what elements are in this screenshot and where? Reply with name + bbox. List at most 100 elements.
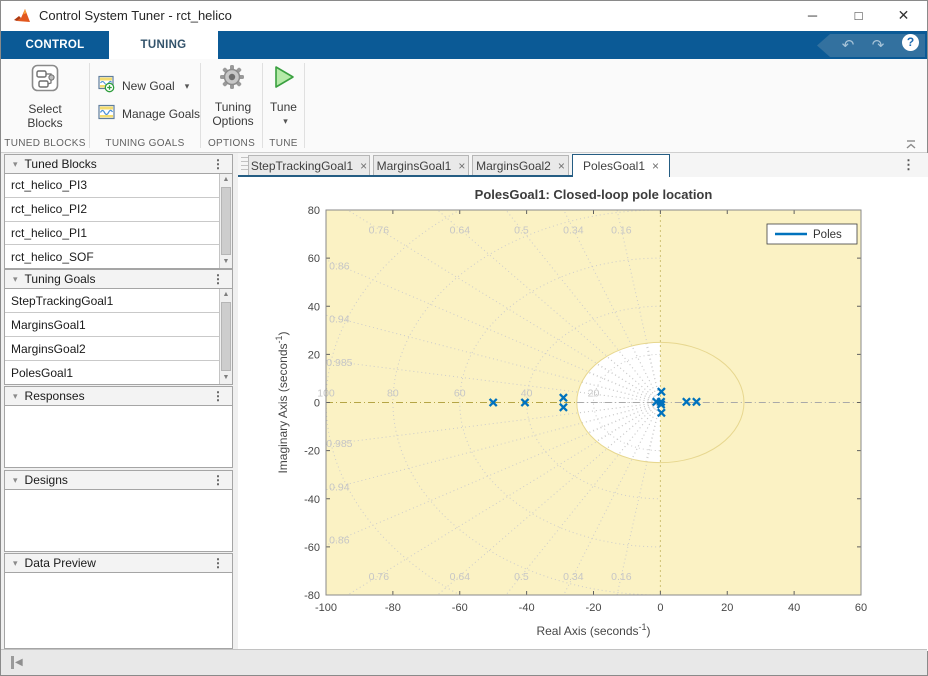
list-item[interactable]: rct_helico_SOF [5, 245, 219, 268]
svg-text:0.5: 0.5 [514, 224, 529, 236]
scrollbar-thumb[interactable] [221, 302, 231, 371]
tab-control-system[interactable]: CONTROL SYSTEM [1, 31, 109, 59]
svg-text:0.94: 0.94 [329, 314, 350, 326]
collapse-triangle-icon[interactable]: ▾ [13, 274, 18, 285]
tab-label: StepTrackingGoal1 [251, 159, 353, 173]
minimize-button[interactable]: ─ [790, 1, 835, 30]
collapse-triangle-icon[interactable]: ▾ [13, 391, 18, 402]
panel-header[interactable]: ▾ Tuned Blocks ⋮ [4, 154, 233, 174]
document-tab-StepTrackingGoal1[interactable]: StepTrackingGoal1 × [248, 155, 370, 175]
panel-title: Tuning Goals [25, 272, 204, 286]
new-goal-button[interactable]: New Goal ▾ [98, 75, 189, 97]
document-tab-MarginsGoal2[interactable]: MarginsGoal2× [472, 155, 569, 175]
tuning-options-button[interactable]: Tuning Options [201, 63, 262, 128]
app-window: Control System Tuner - rct_helico ─ □ ✕ … [0, 0, 928, 676]
collapse-triangle-icon[interactable]: ▾ [13, 558, 18, 569]
svg-text:0.86: 0.86 [329, 535, 350, 547]
svg-text:-60: -60 [304, 542, 320, 554]
x-axis-label: Real Axis (seconds-1) [536, 622, 650, 638]
manage-goals-label: Manage Goals [122, 107, 200, 121]
collapse-triangle-icon[interactable]: ▾ [13, 475, 18, 486]
sidebar-panel: ▾ Tuning Goals ⋮ StepTrackingGoal1Margin… [4, 269, 233, 385]
ribbon: Select Blocks TUNED BLOCKS New Goal [1, 59, 927, 153]
sidebar-panel: ▾ Designs ⋮ [4, 470, 233, 552]
tuning-options-label: Tuning Options [201, 100, 265, 128]
scrollbar[interactable]: ▲▼ [219, 174, 232, 268]
chevron-down-icon[interactable]: ▾ [267, 116, 304, 127]
undo-icon[interactable]: ↶ [837, 35, 859, 56]
svg-text:60: 60 [454, 388, 466, 400]
list-item[interactable]: rct_helico_PI2 [5, 198, 219, 222]
sidebar-panel: ▾ Responses ⋮ [4, 386, 233, 468]
matlab-logo-icon [13, 7, 31, 25]
help-icon[interactable]: ? [902, 34, 919, 51]
gear-icon [218, 78, 246, 95]
document-tab-bar: ⋮ StepTrackingGoal1×MarginsGoal1×Margins… [238, 153, 928, 177]
panel-header[interactable]: ▾ Data Preview ⋮ [4, 553, 233, 573]
tab-close-icon[interactable]: × [558, 159, 565, 173]
panel-collapse-left-icon[interactable]: ◀ [11, 656, 23, 669]
plot-legend[interactable]: Poles [767, 224, 857, 244]
panel-menu-icon[interactable]: ⋮ [204, 272, 232, 286]
svg-text:0.34: 0.34 [563, 571, 584, 583]
panel-menu-icon[interactable]: ⋮ [204, 473, 232, 487]
document-tab-PolesGoal1[interactable]: PolesGoal1 × [572, 154, 670, 177]
svg-text:40: 40 [308, 301, 320, 313]
svg-text:-20: -20 [586, 602, 602, 614]
scroll-up-icon[interactable]: ▲ [220, 289, 232, 301]
ribbon-group-label: OPTIONS [201, 138, 262, 149]
tab-label: PolesGoal1 [583, 159, 645, 173]
panel-header[interactable]: ▾ Responses ⋮ [4, 386, 233, 406]
list-item[interactable]: PolesGoal1 [5, 361, 219, 384]
list-item[interactable]: StepTrackingGoal1 [5, 289, 219, 313]
panel-list [5, 490, 232, 551]
maximize-button[interactable]: □ [836, 1, 881, 30]
poles-plot[interactable]: PolesGoal1: Closed-loop pole location0.1… [238, 177, 928, 651]
scroll-down-icon[interactable]: ▼ [220, 256, 232, 268]
data-browser: ▾ Tuned Blocks ⋮ rct_helico_PI3rct_helic… [4, 154, 233, 651]
tab-bar-menu-icon[interactable]: ⋮ [902, 157, 915, 173]
panel-list: rct_helico_PI3rct_helico_PI2rct_helico_P… [5, 174, 219, 268]
panel-menu-icon[interactable]: ⋮ [204, 389, 232, 403]
sidebar-panel: ▾ Data Preview ⋮ [4, 553, 233, 649]
scroll-down-icon[interactable]: ▼ [220, 372, 232, 384]
tab-close-icon[interactable]: × [652, 159, 659, 173]
sidebar-panel: ▾ Tuned Blocks ⋮ rct_helico_PI3rct_helic… [4, 154, 233, 269]
plot-title: PolesGoal1: Closed-loop pole location [475, 187, 713, 202]
panel-menu-icon[interactable]: ⋮ [204, 556, 232, 570]
redo-icon[interactable]: ↷ [867, 35, 889, 56]
tab-label: MarginsGoal1 [377, 159, 452, 173]
y-axis-label: Imaginary Axis (seconds-1) [274, 331, 290, 473]
panel-header[interactable]: ▾ Tuning Goals ⋮ [4, 269, 233, 289]
panel-header[interactable]: ▾ Designs ⋮ [4, 470, 233, 490]
close-button[interactable]: ✕ [881, 1, 926, 30]
grip-icon[interactable] [241, 157, 248, 173]
scrollbar[interactable]: ▲▼ [219, 289, 232, 384]
scrollbar-thumb[interactable] [221, 187, 231, 255]
select-blocks-button[interactable]: Select Blocks [1, 63, 89, 130]
scroll-up-icon[interactable]: ▲ [220, 174, 232, 186]
ribbon-group-tuned-blocks: Select Blocks TUNED BLOCKS [1, 59, 89, 152]
svg-text:0.94: 0.94 [329, 481, 350, 493]
tab-tuning[interactable]: TUNING [109, 31, 218, 59]
manage-goals-button[interactable]: Manage Goals [98, 103, 200, 125]
panel-body [4, 406, 233, 468]
ribbon-collapse-icon[interactable] [903, 138, 919, 150]
list-item[interactable]: MarginsGoal2 [5, 337, 219, 361]
list-item[interactable]: rct_helico_PI1 [5, 222, 219, 246]
tune-button[interactable]: Tune ▾ [263, 63, 304, 127]
list-item[interactable]: MarginsGoal1 [5, 313, 219, 337]
panel-body [4, 573, 233, 649]
tab-close-icon[interactable]: × [360, 159, 367, 173]
collapse-triangle-icon[interactable]: ▾ [13, 159, 18, 170]
panel-menu-icon[interactable]: ⋮ [204, 157, 232, 171]
tab-close-icon[interactable]: × [458, 159, 465, 173]
document-tab-MarginsGoal1[interactable]: MarginsGoal1 × [373, 155, 469, 175]
panel-title: Tuned Blocks [25, 157, 204, 171]
list-item[interactable]: rct_helico_PI3 [5, 174, 219, 198]
svg-text:60: 60 [308, 253, 320, 265]
svg-text:80: 80 [308, 205, 320, 217]
status-bar: ◀ [1, 649, 927, 675]
ribbon-group-tuning-goals: New Goal ▾ Manage Goals TUNING GOALS [90, 59, 200, 152]
svg-text:20: 20 [721, 602, 733, 614]
